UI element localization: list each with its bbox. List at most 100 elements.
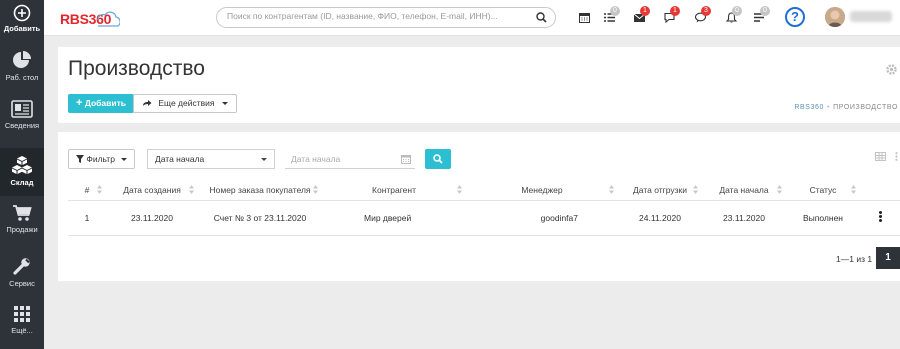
sidebar-add-label: Добавить xyxy=(3,24,41,33)
search-input[interactable] xyxy=(227,11,527,21)
filter-button[interactable]: Фильтр xyxy=(68,149,136,169)
production-table: # Дата создания Номер заказа покупателя … xyxy=(68,180,900,236)
column-header-status[interactable]: Статус xyxy=(786,180,860,201)
sidebar-item-info[interactable]: Сведения xyxy=(0,100,44,146)
caret-down-icon xyxy=(121,158,128,161)
sidebar-item-label: Продажи xyxy=(6,225,38,234)
column-header-counterparty[interactable]: Контрагент xyxy=(322,180,466,201)
search-icon xyxy=(433,153,443,164)
add-button-label: Добавить xyxy=(84,98,126,108)
page-header: Производство + Добавить Еще действия RBS… xyxy=(58,47,900,123)
breadcrumb-separator: • xyxy=(827,104,831,111)
help-button[interactable]: ? xyxy=(785,7,805,27)
table-header-row: # Дата создания Номер заказа покупателя … xyxy=(68,180,900,201)
sidebar-item-warehouse[interactable]: Склад xyxy=(0,148,44,196)
more-vertical-icon[interactable] xyxy=(895,152,898,161)
date-field-select[interactable]: Дата начала xyxy=(147,149,275,169)
search-box xyxy=(216,7,556,28)
share-arrow-icon xyxy=(143,100,152,106)
sidebar-item-label: Склад xyxy=(10,178,34,187)
notification-badge: 0 xyxy=(732,6,742,16)
view-options xyxy=(875,152,898,164)
date-input-placeholder: Дата начала xyxy=(291,154,341,164)
calendar-button[interactable] xyxy=(579,12,591,24)
mail-button[interactable]: 1 xyxy=(633,6,650,24)
notification-badge: 0 xyxy=(760,6,770,16)
column-header-number[interactable]: # xyxy=(68,180,106,201)
sidebar-item-label: Сервис xyxy=(9,279,35,288)
sidebar: Добавить Раб. стол Сведения Склад Продаж… xyxy=(0,0,44,349)
column-header-shipment-date[interactable]: Дата отгрузки xyxy=(618,180,702,201)
column-header-order-number[interactable]: Номер заказа покупателя xyxy=(198,180,322,201)
username-blurred[interactable] xyxy=(850,11,892,22)
row-actions-menu[interactable] xyxy=(860,200,900,236)
date-input[interactable]: Дата начала xyxy=(285,149,415,169)
notification-badge: 3 xyxy=(701,6,711,16)
pagination-page-button[interactable]: 1 xyxy=(876,247,900,269)
column-header-created-date[interactable]: Дата создания xyxy=(106,180,198,201)
sidebar-item-label: Раб. стол xyxy=(5,73,39,82)
wrench-icon xyxy=(13,258,30,275)
tasks-button[interactable]: 0 xyxy=(754,6,770,24)
more-actions-label: Еще действия xyxy=(158,98,215,108)
bell-button[interactable]: 0 xyxy=(725,6,742,24)
cell-counterparty[interactable]: Мир дверей xyxy=(322,200,466,236)
filter-icon xyxy=(76,155,84,163)
notification-badge: 1 xyxy=(670,6,680,16)
cloud-icon xyxy=(97,11,120,27)
id-card-icon xyxy=(11,100,33,118)
apply-filter-button[interactable] xyxy=(425,149,451,169)
sort-icon xyxy=(97,185,102,194)
content-panel: Фильтр Дата начала Дата начала # Дата со… xyxy=(58,132,900,281)
cubes-icon xyxy=(12,156,32,174)
avatar[interactable] xyxy=(825,7,845,27)
topbar: RBS360 0 1 1 xyxy=(44,0,900,36)
cell-order-number[interactable]: Счет № 3 от 23.11.2020 xyxy=(198,200,322,236)
list-button[interactable]: 0 xyxy=(604,6,620,24)
cell-number: 1 xyxy=(68,200,106,236)
notification-badge: 0 xyxy=(610,6,620,16)
cart-icon xyxy=(13,205,32,221)
sidebar-item-label: Сведения xyxy=(4,121,40,130)
caret-down-icon xyxy=(221,102,228,105)
page-title: Производство xyxy=(68,57,205,80)
sort-icon xyxy=(693,185,698,194)
table-view-icon[interactable] xyxy=(875,152,887,161)
gear-icon[interactable] xyxy=(885,63,898,76)
pie-chart-icon xyxy=(13,51,31,68)
sidebar-item-service[interactable]: Сервис xyxy=(0,256,44,296)
search-icon[interactable] xyxy=(536,12,547,23)
add-button[interactable]: + Добавить xyxy=(68,94,134,113)
column-header-start-date[interactable]: Дата начала xyxy=(702,180,786,201)
plus-circle-icon xyxy=(13,4,31,22)
pagination-summary: 1—1 из 1 xyxy=(836,254,873,264)
sidebar-add-button[interactable]: Добавить xyxy=(0,0,44,36)
sidebar-item-label: Ещё... xyxy=(11,326,33,335)
plus-icon: + xyxy=(76,97,83,109)
column-header-manager[interactable]: Менеджер xyxy=(466,180,618,201)
sort-icon xyxy=(777,185,782,194)
breadcrumb-home[interactable]: RBS360 xyxy=(794,104,824,111)
sidebar-item-sales[interactable]: Продажи xyxy=(0,204,44,244)
logo[interactable]: RBS360 xyxy=(60,9,120,29)
table-row[interactable]: 1 23.11.2020 Счет № 3 от 23.11.2020 Мир … xyxy=(68,200,900,236)
sidebar-item-dashboard[interactable]: Раб. стол xyxy=(0,50,44,96)
notification-badge: 1 xyxy=(640,6,650,16)
cell-shipment-date: 24.11.2020 xyxy=(618,200,702,236)
cell-created-date: 23.11.2020 xyxy=(106,200,198,236)
more-actions-button[interactable]: Еще действия xyxy=(133,94,237,113)
cell-status: Выполнен xyxy=(786,200,860,236)
breadcrumb: RBS360 • ПРОИЗВОДСТВО xyxy=(794,104,898,111)
comments-button[interactable]: 3 xyxy=(694,6,711,24)
cell-manager: goodinfa7 xyxy=(466,200,618,236)
grid-icon xyxy=(14,306,30,322)
breadcrumb-current: ПРОИЗВОДСТВО xyxy=(833,104,898,111)
user-photo xyxy=(825,7,845,27)
chat-button[interactable]: 1 xyxy=(664,6,680,24)
sort-icon xyxy=(851,185,856,194)
date-field-select-value: Дата начала xyxy=(155,154,205,164)
sort-icon xyxy=(313,185,318,194)
sort-icon xyxy=(609,185,614,194)
sidebar-item-more[interactable]: Ещё... xyxy=(0,305,44,345)
cell-start-date: 23.11.2020 xyxy=(702,200,786,236)
